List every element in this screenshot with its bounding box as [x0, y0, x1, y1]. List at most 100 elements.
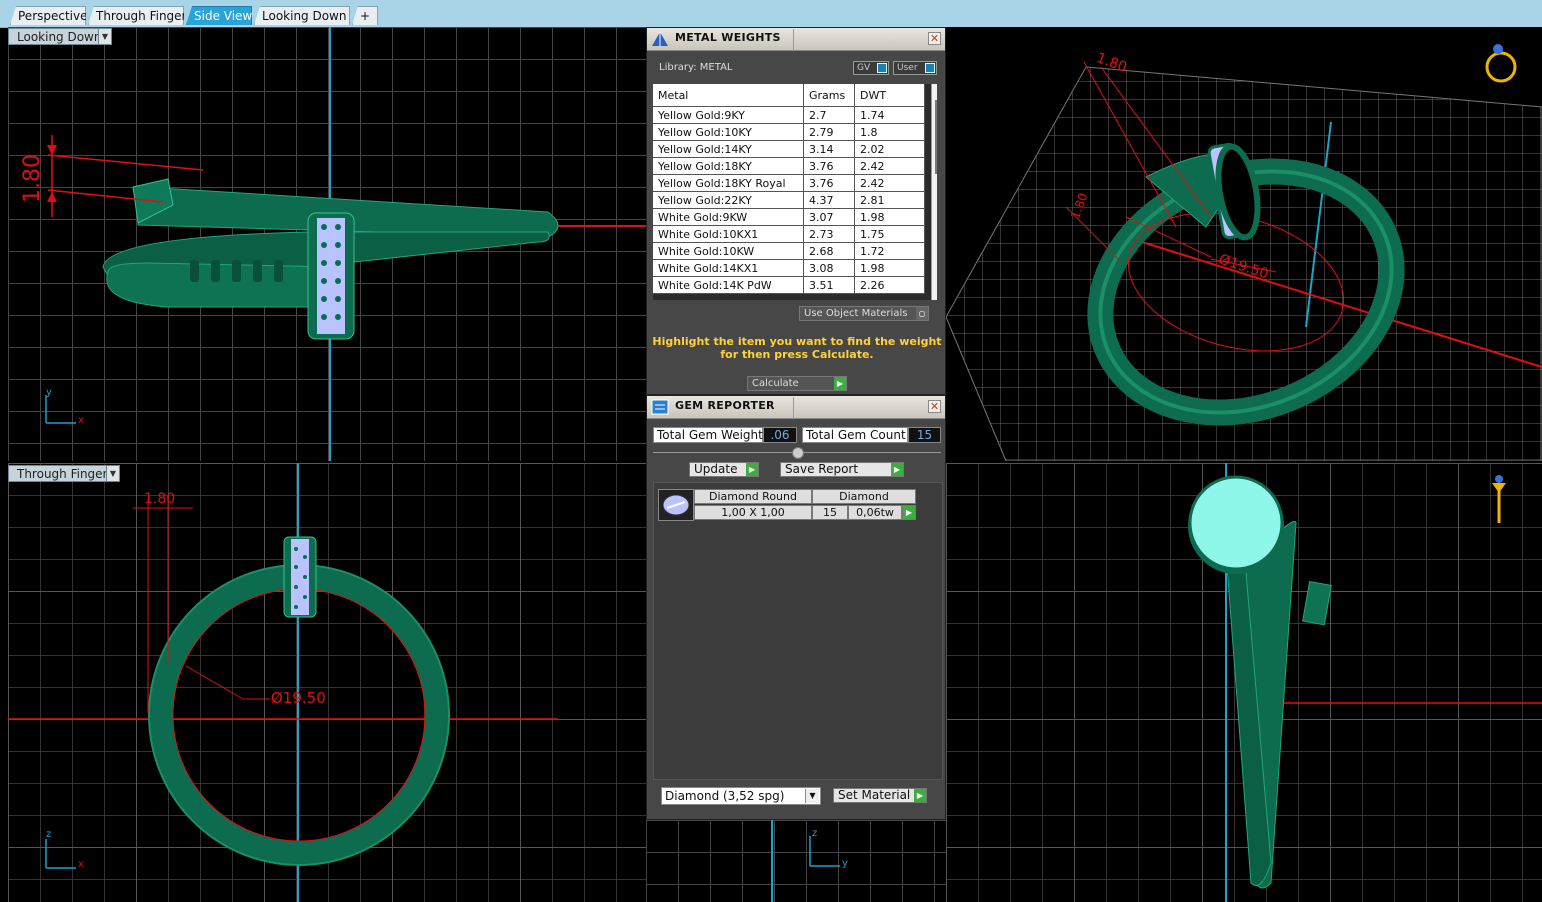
axis-z-label: z: [812, 828, 818, 839]
total-gem-weight-label: Total Gem Weight: [653, 427, 763, 443]
table-row[interactable]: Yellow Gold:18KY Royal 3.76 2.42: [653, 174, 925, 192]
viewport-perspective-scene: [946, 44, 1542, 461]
table-cell: Yellow Gold:18KY: [653, 157, 804, 175]
table-cell: Yellow Gold:22KY: [653, 191, 804, 209]
viewport-perspective[interactable]: 1.80 1.80 Ø19.50: [946, 27, 1542, 461]
table-cell: 2.26: [854, 276, 925, 294]
viewport-side-view[interactable]: [946, 463, 1542, 902]
update-button[interactable]: Update ▶: [689, 462, 759, 477]
table-cell: 4.37: [803, 191, 855, 209]
table-cell: White Gold:10KX1: [653, 225, 804, 243]
table-cell: 3.14: [803, 140, 855, 158]
table-cell: 1.98: [854, 208, 925, 226]
table-cell: 2.7: [803, 106, 855, 124]
table-cell: 2.42: [854, 174, 925, 192]
viewport-side-view-scene: [1188, 463, 1542, 902]
table-cell: Yellow Gold:9KY: [653, 106, 804, 124]
table-cell: 1.72: [854, 242, 925, 260]
save-report-button[interactable]: Save Report ▶: [780, 462, 904, 477]
metal-table: Metal Grams DWT Yellow Gold:9KY 2.7 1.74 Ye…: [653, 84, 925, 294]
calculate-hint: Highlight the item you want to find the …: [652, 335, 942, 361]
add-tab-icon[interactable]: +: [352, 6, 378, 25]
library-label: Library: METAL: [659, 62, 733, 73]
gem-reporter-panel: GEM REPORTER ✕ Total Gem Weight .06 Tota…: [646, 395, 946, 820]
table-cell: 3.51: [803, 276, 855, 294]
table-cell: 2.79: [803, 123, 855, 141]
close-icon[interactable]: ✕: [928, 32, 941, 45]
table-cell: Yellow Gold:14KY: [653, 140, 804, 158]
gem-reporter-titlebar[interactable]: GEM REPORTER ✕: [647, 396, 945, 419]
column-header[interactable]: Metal: [653, 84, 804, 107]
table-row[interactable]: Yellow Gold:22KY 4.37 2.81: [653, 191, 925, 209]
gem-weight[interactable]: 0,06tw: [848, 505, 902, 520]
chevron-down-icon: ▼: [805, 789, 819, 803]
table-row[interactable]: Yellow Gold:18KY 3.76 2.42: [653, 157, 925, 175]
table-row[interactable]: White Gold:14KX1 3.08 1.98: [653, 259, 925, 277]
table-cell: Yellow Gold:18KY Royal: [653, 174, 804, 192]
table-row[interactable]: Yellow Gold:9KY 2.7 1.74: [653, 106, 925, 124]
viewport-view-dropdown[interactable]: Looking Down ▼: [8, 28, 112, 45]
viewport-looking-down-scene: [45, 27, 646, 461]
table-cell: 2.73: [803, 225, 855, 243]
table-cell: 1.98: [854, 259, 925, 277]
tab-looking-down[interactable]: Looking Down: [254, 6, 350, 25]
gem-list: Diamond Round Diamond 1,00 X 1,00 15 0,0…: [653, 482, 943, 780]
table-cell: White Gold:10KW: [653, 242, 804, 260]
column-header[interactable]: DWT: [854, 84, 925, 107]
axis-y-label: y: [46, 387, 52, 398]
viewport-through-finger-scene: [8, 463, 558, 902]
table-cell: White Gold:14K PdW: [653, 276, 804, 294]
gem-row-go-button[interactable]: ▶: [902, 505, 916, 520]
table-cell: 2.42: [854, 157, 925, 175]
metal-weights-panel: METAL WEIGHTS ✕ Library: METAL GV User M…: [646, 27, 946, 395]
calculate-button[interactable]: Calculate ▶: [747, 376, 847, 391]
diameter-label: Ø19.50: [271, 689, 326, 707]
splitter-handle[interactable]: [792, 447, 804, 459]
table-cell: 2.81: [854, 191, 925, 209]
metal-weights-titlebar[interactable]: METAL WEIGHTS ✕: [647, 28, 945, 51]
table-cell: 3.07: [803, 208, 855, 226]
dimension-label: 1.80: [20, 154, 45, 203]
user-toggle[interactable]: User: [893, 61, 937, 75]
gv-toggle[interactable]: GV: [853, 61, 889, 75]
tab-through-finger[interactable]: Through Finger: [88, 6, 184, 25]
gem-material[interactable]: Diamond: [812, 489, 916, 504]
tab-perspective[interactable]: Perspective: [10, 6, 86, 25]
table-row[interactable]: White Gold:10KW 2.68 1.72: [653, 242, 925, 260]
side-view-pin-icon: [1492, 475, 1506, 523]
table-row[interactable]: Yellow Gold:14KY 3.14 2.02: [653, 140, 925, 158]
panel-title: METAL WEIGHTS: [675, 29, 794, 51]
table-cell: 1.74: [854, 106, 925, 124]
gem-shape[interactable]: Diamond Round: [694, 489, 812, 504]
dimension-label: 1.80: [144, 491, 176, 507]
gem-size[interactable]: 1,00 X 1,00: [694, 505, 812, 520]
total-gem-count-value: 15: [908, 427, 941, 443]
axis-z-label: z: [46, 829, 52, 840]
table-row[interactable]: White Gold:14K PdW 3.51 2.26: [653, 276, 925, 294]
metal-table-scrollbar[interactable]: [931, 84, 937, 300]
viewport-through-finger[interactable]: 1.80 Ø19.50 z x Through Finger ▼: [8, 463, 646, 902]
viewport-view-label: Looking Down: [17, 30, 102, 44]
table-header: Metal Grams DWT: [653, 84, 925, 107]
chevron-down-icon: ▼: [98, 29, 111, 44]
material-select[interactable]: Diamond (3,52 spg) ▼: [661, 787, 821, 805]
table-row[interactable]: Yellow Gold:10KY 2.79 1.8: [653, 123, 925, 141]
gem-count[interactable]: 15: [812, 505, 848, 520]
ring-icon: [1485, 44, 1517, 83]
viewport-side-fragment[interactable]: z y: [646, 820, 946, 902]
table-cell: 1.8: [854, 123, 925, 141]
use-object-materials-toggle[interactable]: Use Object Materials ○: [799, 306, 929, 321]
table-cell: 1.75: [854, 225, 925, 243]
table-row[interactable]: White Gold:9KW 3.07 1.98: [653, 208, 925, 226]
table-cell: 3.08: [803, 259, 855, 277]
close-icon[interactable]: ✕: [928, 400, 941, 413]
total-gem-count-label: Total Gem Count: [802, 427, 908, 443]
axis-y-label: y: [842, 858, 848, 869]
total-gem-weight-value: .06: [763, 427, 797, 443]
viewport-looking-down[interactable]: 1.80 y x Looking Down ▼: [8, 27, 646, 461]
tab-side-view[interactable]: Side View: [186, 6, 252, 25]
table-row[interactable]: White Gold:10KX1 2.73 1.75: [653, 225, 925, 243]
viewport-view-dropdown[interactable]: Through Finger ▼: [8, 465, 120, 482]
column-header[interactable]: Grams: [803, 84, 855, 107]
set-material-button[interactable]: Set Material ▶: [833, 788, 927, 803]
